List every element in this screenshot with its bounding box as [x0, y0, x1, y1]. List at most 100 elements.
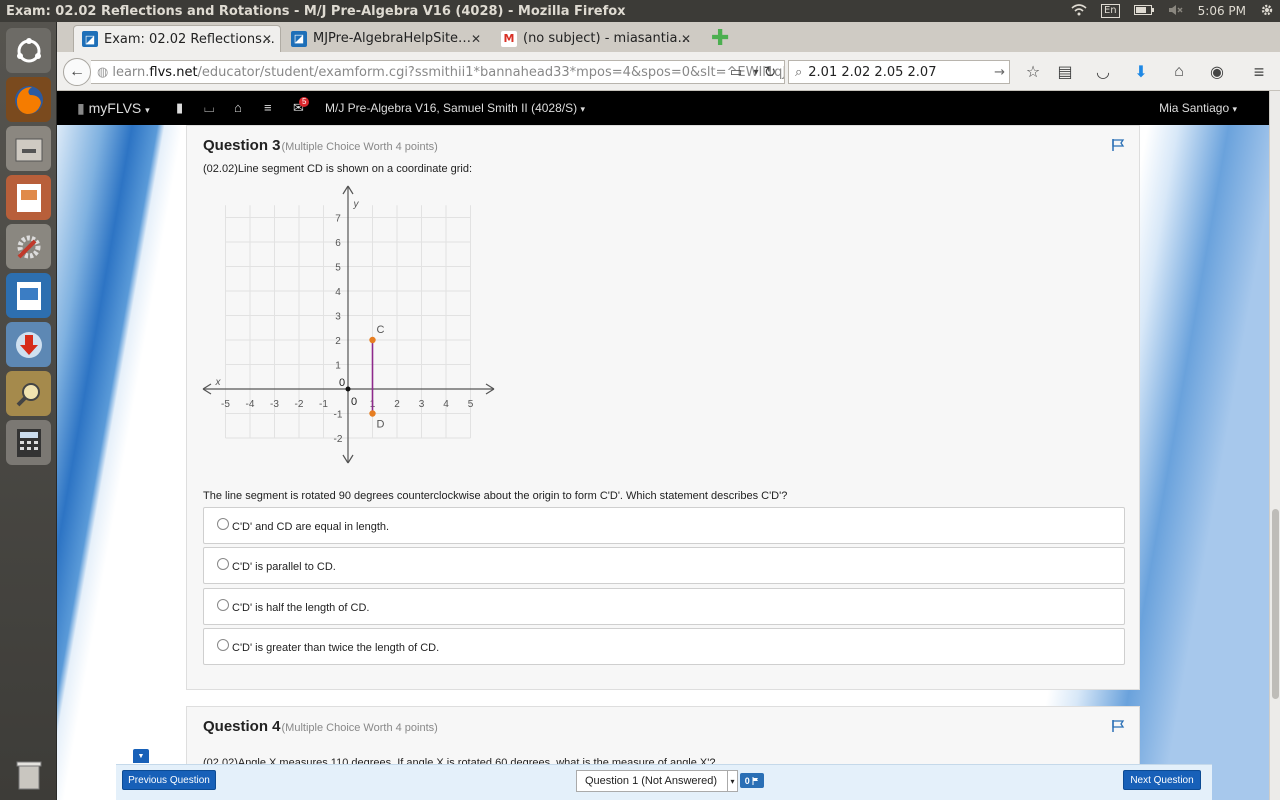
list-menu-icon[interactable]: ≡ — [264, 100, 272, 115]
window-title: Exam: 02.02 Reflections and Rotations - … — [6, 3, 626, 19]
file-manager-icon[interactable] — [6, 126, 51, 171]
y-tick-label: 6 — [335, 238, 341, 249]
radio-button[interactable] — [217, 558, 229, 570]
gear-icon[interactable] — [1260, 3, 1274, 20]
collapse-footer-button[interactable]: ▼ — [133, 749, 149, 763]
chevron-down-icon: ▼ — [137, 752, 145, 760]
reload-icon[interactable]: ↻ — [759, 61, 781, 83]
question-card: Question 3(Multiple Choice Worth 4 point… — [186, 125, 1140, 690]
question-select-value: Question 1 (Not Answered) — [585, 775, 718, 787]
flvs-logo-icon: ▮ — [77, 100, 85, 116]
chevron-down-icon: ▾ — [727, 771, 737, 791]
search-value: 2.01 2.02 2.05 2.07 — [808, 64, 937, 80]
app-launcher — [0, 22, 57, 800]
new-tab-button[interactable]: ✚ — [703, 25, 733, 52]
scrollbar-thumb[interactable] — [1272, 509, 1279, 699]
origin-label: 0 — [351, 396, 357, 408]
back-button[interactable]: ← — [63, 58, 91, 86]
close-tab-icon[interactable]: ✕ — [262, 32, 272, 46]
point-c-label: C — [377, 324, 385, 336]
tab-label: Exam: 02.02 Reflections… — [104, 31, 275, 47]
answer-option[interactable]: C'D' is half the length of CD. — [203, 588, 1125, 625]
x-tick-label: -2 — [295, 399, 304, 410]
firefox-icon[interactable] — [6, 77, 51, 122]
image-viewer-icon[interactable] — [6, 273, 51, 318]
point-d — [369, 410, 376, 417]
flag-icon[interactable] — [1111, 138, 1125, 152]
system-settings-icon[interactable] — [6, 224, 51, 269]
tab-exam[interactable]: ◪ Exam: 02.02 Reflections… ✕ — [73, 25, 281, 52]
flvs-favicon-icon: ◪ — [82, 31, 98, 47]
flag-icon[interactable] — [1111, 719, 1125, 733]
bookmark-star-icon[interactable]: ☆ — [1022, 61, 1044, 83]
search-tool-icon[interactable] — [6, 371, 51, 416]
page-scrollbar[interactable] — [1269, 91, 1280, 800]
point-d-label: D — [377, 419, 385, 431]
mail-count-badge: 5 — [299, 97, 310, 107]
course-selector[interactable]: M/J Pre-Algebra V16, Samuel Smith II (40… — [325, 101, 585, 115]
os-top-bar: Exam: 02.02 Reflections and Rotations - … — [0, 0, 1280, 22]
answer-option[interactable]: C'D' is greater than twice the length of… — [203, 628, 1125, 665]
download-icon[interactable]: ⬇ — [1130, 61, 1152, 83]
radio-button[interactable] — [217, 599, 229, 611]
arrow-left-icon: ← — [69, 63, 85, 80]
presentation-icon[interactable] — [6, 175, 51, 220]
home-icon[interactable]: ⌂ — [234, 100, 242, 115]
y-tick-label: -2 — [334, 434, 343, 445]
chevron-down-icon: ▾ — [1232, 104, 1237, 114]
battery-icon[interactable] — [1133, 4, 1154, 18]
book-icon[interactable]: ▮ — [176, 100, 183, 116]
reader-view-icon[interactable]: ▭ — [725, 61, 747, 83]
tab-help-site[interactable]: ◪ MJPre-AlgebraHelpSite… ✕ — [283, 25, 489, 52]
ubuntu-dash-icon[interactable] — [6, 28, 51, 73]
keyboard-layout-indicator[interactable]: En — [1100, 4, 1120, 18]
flag-icon — [752, 776, 759, 785]
y-tick-label: -1 — [334, 410, 343, 421]
x-tick-label: 3 — [419, 399, 425, 410]
origin-point — [345, 386, 351, 392]
answer-option[interactable]: C'D' and CD are equal in length. — [203, 507, 1125, 544]
search-go-icon[interactable]: → — [994, 65, 1005, 80]
pocket-icon[interactable]: ◡ — [1092, 61, 1114, 83]
url-bar[interactable]: ◍ learn. flvs.net/educator/student/examfo… — [91, 60, 785, 84]
course-label: M/J Pre-Algebra V16, Samuel Smith II (40… — [325, 101, 578, 115]
wifi-icon[interactable] — [1071, 3, 1087, 19]
flag-count-badge[interactable]: 0 — [740, 773, 764, 788]
user-menu[interactable]: Mia Santiago ▾ — [1159, 101, 1237, 115]
close-tab-icon[interactable]: ✕ — [471, 32, 481, 46]
home-icon[interactable]: ⌂ — [1168, 61, 1190, 83]
next-question-button[interactable]: Next Question — [1123, 770, 1201, 790]
question-select[interactable]: Question 1 (Not Answered) ▾ — [576, 770, 738, 792]
previous-question-button[interactable]: Previous Question — [122, 770, 216, 790]
y-tick-label: 1 — [335, 361, 341, 372]
question-number: Question 4 — [203, 718, 281, 735]
x-tick-label: -3 — [270, 399, 279, 410]
close-tab-icon[interactable]: ✕ — [681, 32, 691, 46]
option-label: C'D' is parallel to CD. — [232, 561, 336, 573]
inbox-icon[interactable]: ⌴ — [204, 100, 214, 116]
radio-button[interactable] — [217, 639, 229, 651]
tab-gmail[interactable]: M (no subject) - miasantia… ✕ — [493, 25, 699, 52]
y-tick-label: 4 — [335, 287, 341, 298]
chat-icon[interactable]: ◉ — [1206, 61, 1228, 83]
gmail-icon: M — [501, 30, 517, 47]
user-name: Mia Santiago — [1159, 101, 1230, 115]
calculator-icon[interactable] — [6, 420, 51, 465]
tab-label: MJPre-AlgebraHelpSite… — [313, 31, 472, 46]
trash-icon[interactable] — [6, 752, 51, 797]
hamburger-menu-icon[interactable]: ≡ — [1248, 61, 1270, 83]
question-worth: (Multiple Choice Worth 4 points) — [281, 722, 438, 734]
bookmarks-library-icon[interactable]: ▤ — [1054, 61, 1076, 83]
volume-muted-icon[interactable] — [1168, 4, 1184, 19]
coordinate-grid: -5-4-3-2-1123457654321-1-2xy00CD — [202, 185, 495, 464]
clock[interactable]: 5:06 PM — [1198, 4, 1246, 18]
search-input[interactable]: ⌕ 2.01 2.02 2.05 2.07 → — [788, 60, 1010, 84]
question-title: Question 3(Multiple Choice Worth 4 point… — [203, 137, 438, 154]
answer-option[interactable]: C'D' is parallel to CD. — [203, 547, 1125, 584]
x-axis-label: x — [215, 377, 222, 388]
radio-button[interactable] — [217, 518, 229, 530]
download-manager-icon[interactable] — [6, 322, 51, 367]
myflvs-logo[interactable]: ▮ myFLVS ▾ — [77, 100, 150, 117]
site-nav-bar: ▮ myFLVS ▾ ▮ ⌴ ⌂ ≡ ✉ 5 M/J Pre-Algebra V… — [57, 91, 1269, 125]
browser-tab-bar: ◪ Exam: 02.02 Reflections… ✕ ◪ MJPre-Alg… — [57, 22, 1280, 52]
